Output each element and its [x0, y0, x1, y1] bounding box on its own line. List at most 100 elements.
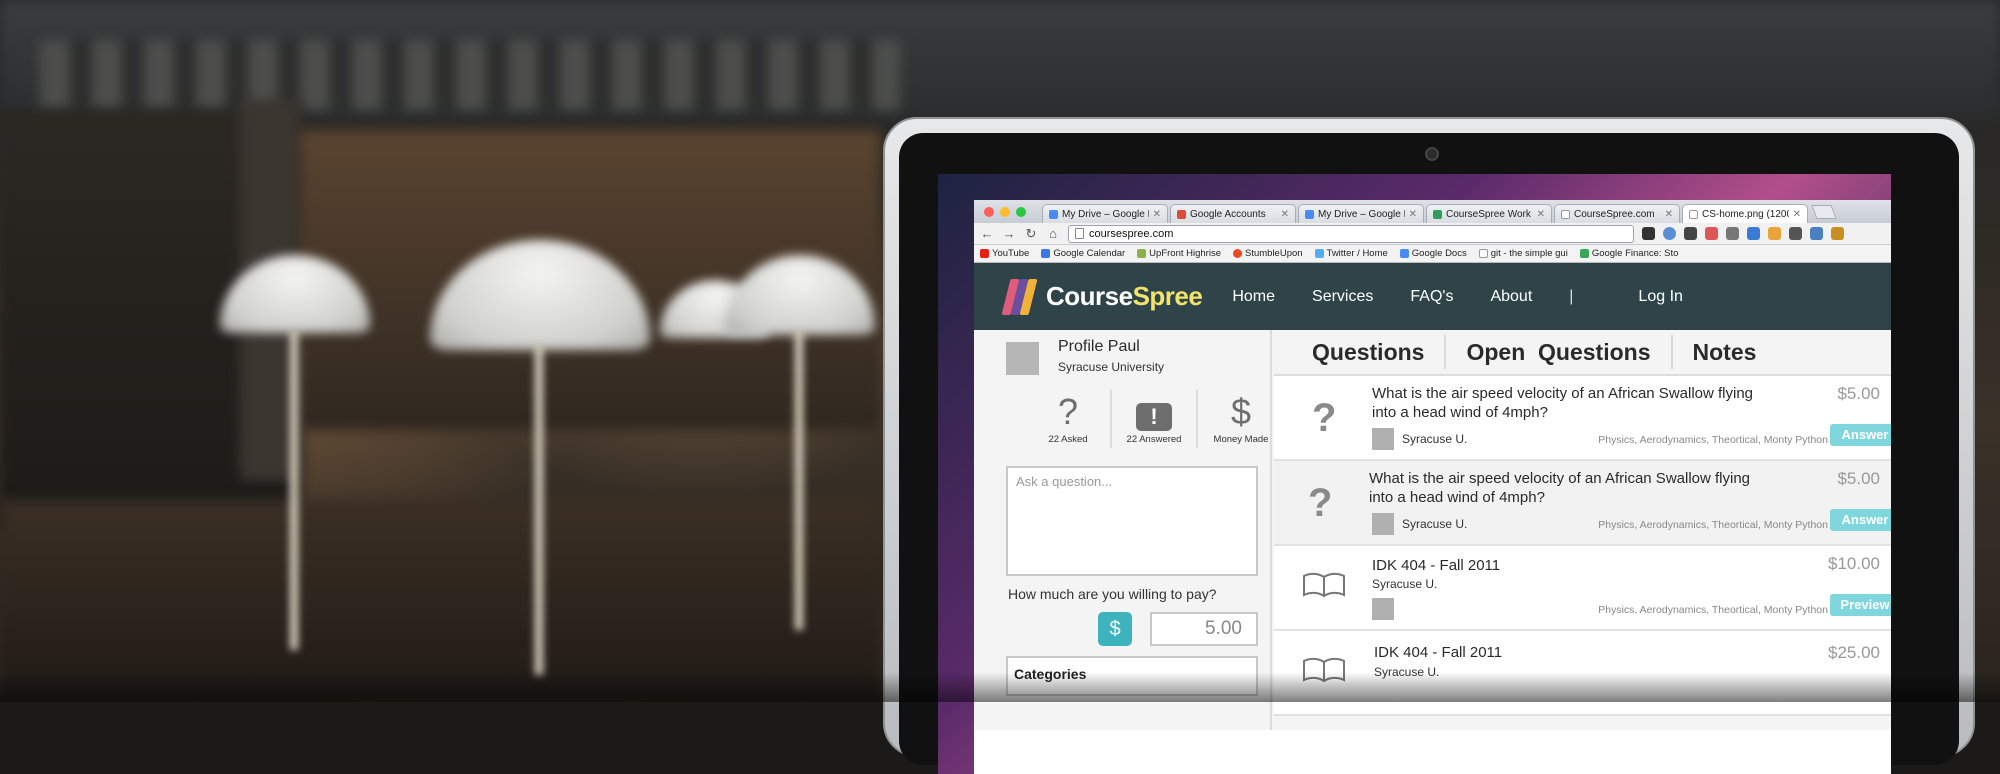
bookmark-item[interactable]: git - the simple gui — [1479, 248, 1568, 259]
stat-caption: 22 Asked — [1026, 434, 1110, 445]
new-tab-button[interactable] — [1811, 205, 1836, 219]
page-icon — [1075, 228, 1084, 239]
page-content: Profile Paul Syracuse University ? 22 As… — [974, 330, 1891, 730]
profile-name[interactable]: Profile Paul — [1058, 338, 1140, 356]
item-price: $10.00 — [1828, 554, 1880, 574]
bookmark-item[interactable]: Google Finance: Sto — [1580, 248, 1679, 259]
tab-label: Google Accounts — [1190, 209, 1277, 220]
amount-input[interactable]: 5.00 — [1150, 612, 1258, 646]
ask-question-input[interactable]: Ask a question... — [1006, 466, 1258, 576]
item-title[interactable]: What is the air speed velocity of an Afr… — [1372, 384, 1764, 422]
extension-icon[interactable] — [1684, 227, 1697, 240]
browser-tab[interactable]: My Drive – Google D ✕ — [1042, 204, 1168, 223]
list-item[interactable]: IDK 404 - Fall 2011 Syracuse U. Physics,… — [1274, 546, 1891, 631]
exclamation-glyph: ! — [1136, 403, 1172, 431]
nav-about[interactable]: About — [1490, 288, 1532, 306]
list-item[interactable]: ? What is the air speed velocity of an A… — [1274, 376, 1891, 461]
question-mark-icon: ? — [1026, 390, 1110, 434]
item-school: Syracuse U. — [1372, 577, 1437, 591]
nav-login[interactable]: Log In — [1638, 288, 1682, 306]
item-tags: Physics, Aerodynamics, Theortical, Monty… — [1598, 434, 1828, 446]
main-nav: Home Services FAQ's About | Log In — [1232, 288, 1683, 306]
tab-open-questions[interactable]: Open Questions — [1446, 335, 1672, 369]
tab-label: CS-home.png (1200 — [1702, 209, 1789, 220]
close-tab-icon[interactable]: ✕ — [1281, 209, 1289, 220]
browser-tab[interactable]: Google Accounts ✕ — [1170, 204, 1296, 223]
close-tab-icon[interactable]: ✕ — [1409, 209, 1417, 220]
extension-icon[interactable] — [1663, 227, 1676, 240]
bookmark-label: Google Finance: Sto — [1592, 248, 1679, 259]
bookmark-favicon-icon — [980, 249, 989, 258]
question-mark-icon: ? — [1312, 396, 1336, 441]
close-tab-icon[interactable]: ✕ — [1665, 209, 1673, 220]
bookmark-item[interactable]: Google Calendar — [1041, 248, 1125, 259]
item-tags: Physics, Aerodynamics, Theortical, Monty… — [1598, 519, 1828, 531]
minimize-window-icon[interactable] — [1000, 207, 1010, 217]
browser-tab-active[interactable]: CS-home.png (1200 ✕ — [1682, 204, 1808, 223]
stat-answered[interactable]: ! 22 Answered — [1112, 390, 1198, 448]
item-title[interactable]: What is the air speed velocity of an Afr… — [1369, 469, 1761, 507]
tab-favicon-icon — [1049, 210, 1058, 219]
close-tab-icon[interactable]: ✕ — [1793, 209, 1801, 220]
bookmark-label: Google Calendar — [1053, 248, 1125, 259]
open-book-icon — [1302, 572, 1346, 598]
extension-icon[interactable] — [1747, 227, 1760, 240]
nav-home[interactable]: Home — [1232, 288, 1275, 306]
preview-button[interactable]: Preview — [1830, 594, 1891, 616]
bookmark-favicon-icon — [1041, 249, 1050, 258]
tab-notes[interactable]: Notes — [1673, 335, 1777, 369]
site-header: CourseSpree Home Services FAQ's About | … — [974, 263, 1891, 330]
browser-tab[interactable]: My Drive – Google D✕ — [1298, 204, 1424, 223]
bookmark-item[interactable]: Google Docs — [1400, 248, 1467, 259]
browser-tab-bar: My Drive – Google D✕ Google Accounts✕ My… — [974, 200, 1891, 223]
tab-label: CourseSpree.com — [1574, 209, 1661, 220]
bookmark-label: StumbleUpon — [1245, 248, 1303, 259]
extension-icon[interactable] — [1768, 227, 1781, 240]
nav-services[interactable]: Services — [1312, 288, 1373, 306]
zoom-window-icon[interactable] — [1016, 207, 1026, 217]
list-item[interactable]: ? What is the air speed velocity of an A… — [1274, 461, 1891, 546]
bookmark-label: UpFront Highrise — [1149, 248, 1221, 259]
tab-label: My Drive – Google D — [1062, 209, 1149, 220]
reload-icon[interactable]: ↻ — [1024, 226, 1038, 242]
bookmark-label: git - the simple gui — [1491, 248, 1568, 259]
pay-question-label: How much are you willing to pay? — [1008, 586, 1217, 602]
camera-icon — [1425, 147, 1439, 161]
extension-icon[interactable] — [1642, 227, 1655, 240]
extension-icon[interactable] — [1789, 227, 1802, 240]
bookmark-item[interactable]: StumbleUpon — [1233, 248, 1303, 259]
close-tab-icon[interactable]: ✕ — [1153, 209, 1161, 220]
answer-button[interactable]: Answer — [1830, 424, 1891, 446]
site-logo[interactable]: CourseSpree — [1046, 281, 1202, 312]
stat-asked[interactable]: ? 22 Asked — [1026, 390, 1112, 448]
avatar[interactable] — [1006, 342, 1039, 375]
tab-favicon-icon — [1177, 210, 1186, 219]
dollar-button[interactable]: $ — [1098, 612, 1132, 646]
browser-tab[interactable]: CourseSpree.com ✕ — [1554, 204, 1680, 223]
question-mark-icon: ? — [1308, 481, 1332, 526]
bookmark-label: Twitter / Home — [1327, 248, 1388, 259]
home-icon[interactable]: ⌂ — [1046, 226, 1060, 241]
logo-text-accent: Spree — [1133, 281, 1203, 311]
tab-questions[interactable]: Questions — [1274, 335, 1446, 369]
bookmark-item[interactable]: YouTube — [980, 248, 1029, 259]
answer-button[interactable]: Answer — [1830, 509, 1891, 531]
extension-icon[interactable] — [1705, 227, 1718, 240]
profile-stats: ? 22 Asked ! 22 Answered $ Money Made — [1026, 390, 1284, 448]
close-window-icon[interactable] — [984, 207, 994, 217]
extension-icon[interactable] — [1726, 227, 1739, 240]
extension-icon[interactable] — [1810, 227, 1823, 240]
address-bar[interactable]: coursespree.com — [1068, 225, 1634, 243]
back-icon[interactable]: ← — [980, 226, 994, 241]
questions-panel: Questions Open Questions Notes ? What is… — [1272, 330, 1891, 730]
close-tab-icon[interactable]: ✕ — [1537, 209, 1545, 220]
item-title[interactable]: IDK 404 - Fall 2011 — [1374, 643, 1766, 662]
bookmark-item[interactable]: UpFront Highrise — [1137, 248, 1221, 259]
item-title[interactable]: IDK 404 - Fall 2011 — [1372, 556, 1764, 575]
nav-faqs[interactable]: FAQ's — [1410, 288, 1453, 306]
browser-tab[interactable]: CourseSpree Work L✕ — [1426, 204, 1552, 223]
logo-icon[interactable] — [1004, 277, 1040, 317]
bookmark-item[interactable]: Twitter / Home — [1315, 248, 1388, 259]
forward-icon[interactable]: → — [1002, 226, 1016, 241]
wrench-icon[interactable] — [1831, 227, 1844, 240]
